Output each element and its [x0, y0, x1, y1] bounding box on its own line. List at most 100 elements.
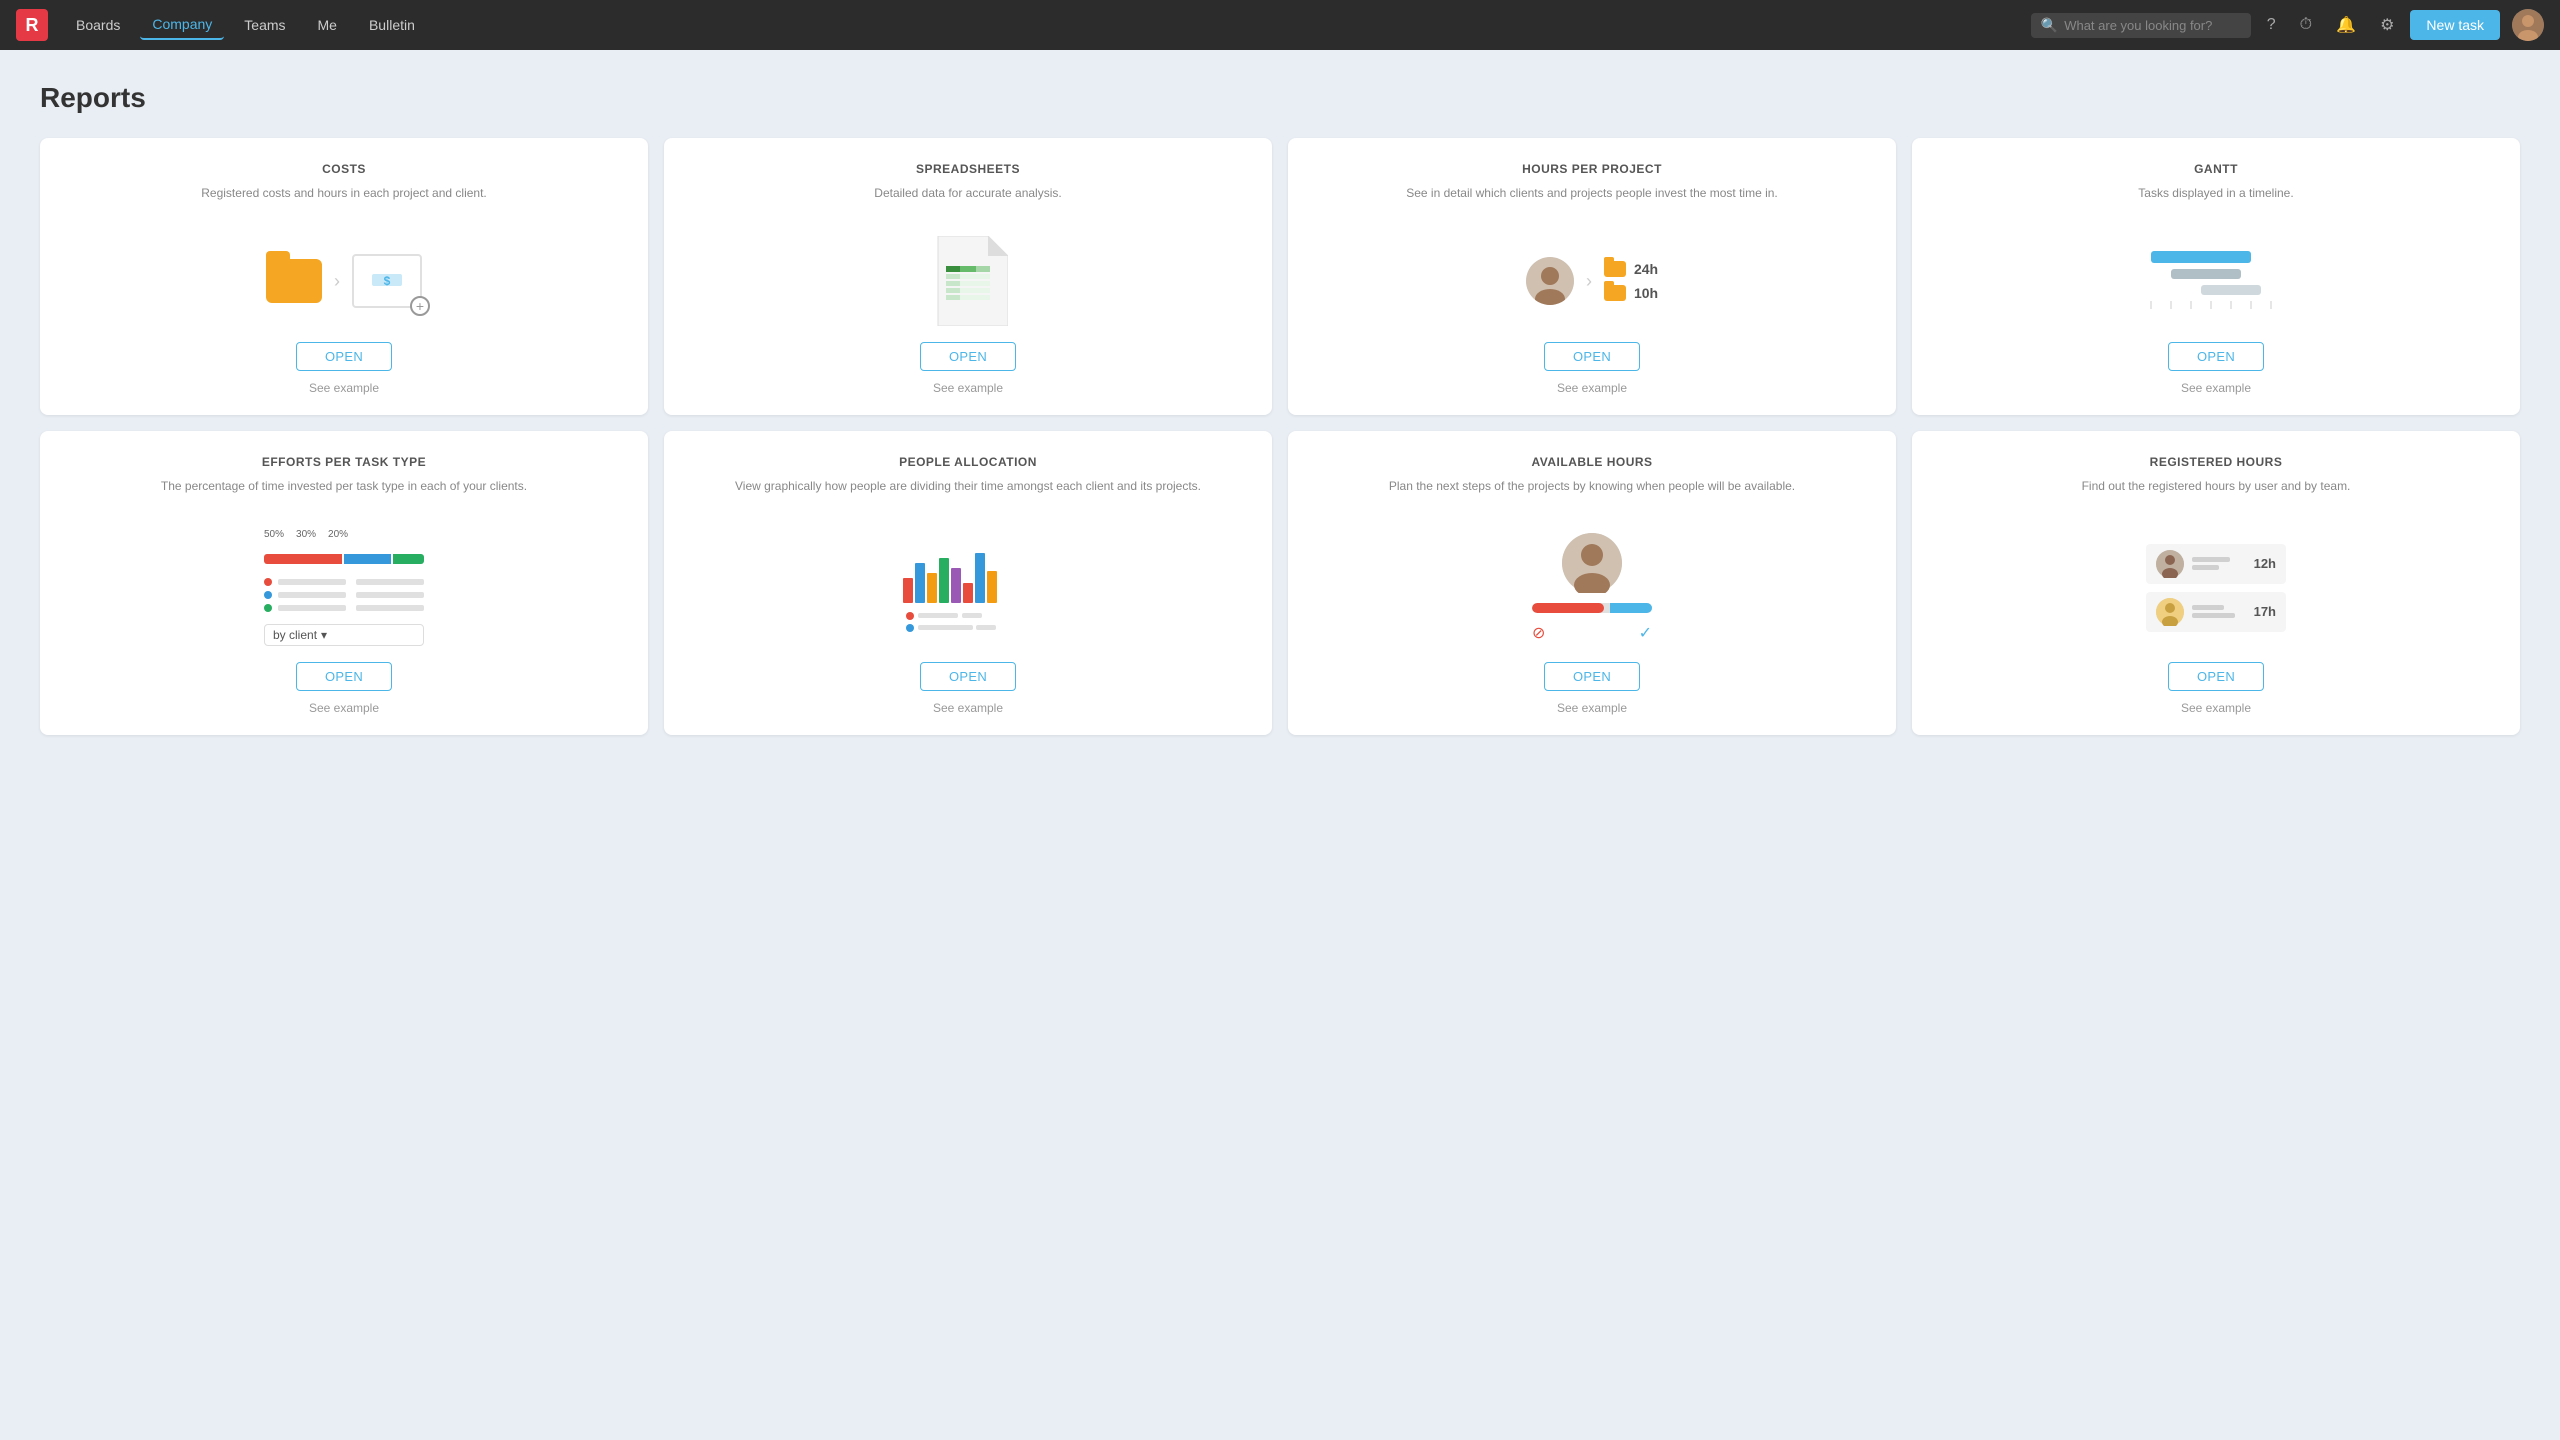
hour-row-2: 10h	[1604, 285, 1658, 301]
reg-hours-1: 12h	[2254, 556, 2276, 571]
spreadsheets-illustration	[684, 236, 1252, 326]
reg-see-example[interactable]: See example	[2181, 701, 2251, 715]
card-gantt: GANTT Tasks displayed in a timeline.	[1912, 138, 2520, 415]
search-box[interactable]: 🔍	[2031, 13, 2251, 38]
people-desc: View graphically how people are dividing…	[735, 477, 1201, 513]
navbar: R Boards Company Teams Me Bulletin 🔍 ? ⏱…	[0, 0, 2560, 50]
effort-item-1	[264, 578, 424, 586]
reg-row-2: 17h	[2146, 592, 2286, 632]
effort-line-2	[278, 592, 346, 598]
nav-boards[interactable]: Boards	[64, 11, 132, 39]
costs-desc: Registered costs and hours in each proje…	[201, 184, 487, 220]
svg-text:$: $	[384, 274, 391, 288]
spreadsheets-see-example[interactable]: See example	[933, 381, 1003, 395]
costs-open-button[interactable]: OPEN	[296, 342, 392, 371]
reg-avatar-1	[2156, 550, 2184, 578]
gantt-desc: Tasks displayed in a timeline.	[2138, 184, 2293, 220]
efforts-illustration: 50% 30% 20%	[60, 529, 628, 646]
costs-title: COSTS	[322, 162, 366, 176]
dollar-box: $ +	[352, 254, 422, 308]
nav-teams[interactable]: Teams	[232, 11, 297, 39]
check-icon: ✓	[1639, 623, 1652, 643]
effort-list	[264, 578, 424, 612]
hours-project-desc: See in detail which clients and projects…	[1406, 184, 1778, 220]
plus-icon: +	[410, 296, 430, 316]
gantt-see-example[interactable]: See example	[2181, 381, 2251, 395]
avail-see-example[interactable]: See example	[1557, 701, 1627, 715]
card-available-hours: AVAILABLE HOURS Plan the next steps of t…	[1288, 431, 1896, 735]
people-chart	[898, 543, 1038, 633]
nav-me[interactable]: Me	[306, 11, 349, 39]
reg-line-1b	[2192, 565, 2219, 570]
costs-see-example[interactable]: See example	[309, 381, 379, 395]
effort-bar-green	[393, 554, 424, 564]
notifications-button[interactable]: 🔔	[2328, 11, 2364, 39]
reg-hours-2: 17h	[2254, 604, 2276, 619]
nav-company[interactable]: Company	[140, 10, 224, 40]
arrow-icon: ›	[334, 271, 340, 292]
help-button[interactable]: ?	[2259, 12, 2284, 38]
efforts-title: EFFORTS PER TASK TYPE	[262, 455, 426, 469]
hours-project-open-button[interactable]: OPEN	[1544, 342, 1640, 371]
block-icon: ⊘	[1532, 623, 1545, 643]
efforts-see-example[interactable]: See example	[309, 701, 379, 715]
hours-project-illustration: › 24h 10h	[1308, 236, 1876, 326]
avail-illustration: ⊘ ✓	[1308, 529, 1876, 646]
page-title: Reports	[40, 82, 2520, 114]
spreadsheet-icon	[928, 236, 1008, 326]
by-client-button[interactable]: by client ▾	[264, 624, 424, 646]
spreadsheets-desc: Detailed data for accurate analysis.	[874, 184, 1061, 220]
card-people-allocation: PEOPLE ALLOCATION View graphically how p…	[664, 431, 1272, 735]
avail-open-button[interactable]: OPEN	[1544, 662, 1640, 691]
effort-label-2: 30%	[296, 529, 316, 540]
effort-line-2b	[356, 592, 424, 598]
gantt-open-button[interactable]: OPEN	[2168, 342, 2264, 371]
hours-project-see-example[interactable]: See example	[1557, 381, 1627, 395]
effort-line-1b	[356, 579, 424, 585]
reg-desc: Find out the registered hours by user an…	[2082, 477, 2351, 513]
efforts-open-button[interactable]: OPEN	[296, 662, 392, 691]
nav-bulletin[interactable]: Bulletin	[357, 11, 427, 39]
app-logo[interactable]: R	[16, 9, 48, 41]
search-input[interactable]	[2064, 18, 2241, 33]
reg-title: REGISTERED HOURS	[2150, 455, 2283, 469]
people-illustration	[684, 529, 1252, 646]
reg-line-2b	[2192, 613, 2235, 618]
hour-value-2: 10h	[1634, 285, 1658, 301]
reg-lines-2	[2192, 605, 2246, 618]
avail-bar-teal	[1610, 603, 1652, 613]
avatar[interactable]	[2512, 9, 2544, 41]
people-open-button[interactable]: OPEN	[920, 662, 1016, 691]
by-client-label: by client	[273, 628, 317, 642]
gantt-chart	[2141, 241, 2291, 321]
people-see-example[interactable]: See example	[933, 701, 1003, 715]
hours-avatar	[1526, 257, 1574, 305]
efforts-desc: The percentage of time invested per task…	[161, 477, 527, 513]
gantt-title: GANTT	[2194, 162, 2238, 176]
settings-button[interactable]: ⚙	[2372, 11, 2402, 39]
card-efforts: EFFORTS PER TASK TYPE The percentage of …	[40, 431, 648, 735]
card-spreadsheets: SPREADSHEETS Detailed data for accurate …	[664, 138, 1272, 415]
spreadsheets-open-button[interactable]: OPEN	[920, 342, 1016, 371]
hours-project-title: HOURS PER PROJECT	[1522, 162, 1662, 176]
effort-labels: 50% 30% 20%	[264, 529, 424, 540]
mini-folder-1	[1604, 261, 1626, 277]
effort-bar-blue	[344, 554, 391, 564]
dropdown-icon: ▾	[321, 628, 327, 642]
effort-line-3	[278, 605, 346, 611]
card-registered-hours: REGISTERED HOURS Find out the registered…	[1912, 431, 2520, 735]
arrow-right-icon: ›	[1586, 271, 1592, 292]
history-button[interactable]: ⏱	[2292, 12, 2320, 38]
effort-dot-blue	[264, 591, 272, 599]
reg-illustration: 12h	[1932, 529, 2500, 646]
effort-item-3	[264, 604, 424, 612]
reg-open-button[interactable]: OPEN	[2168, 662, 2264, 691]
costs-illustration: › $ +	[60, 236, 628, 326]
effort-item-2	[264, 591, 424, 599]
new-task-button[interactable]: New task	[2410, 10, 2500, 40]
effort-label-1: 50%	[264, 529, 284, 540]
reg-row-1: 12h	[2146, 544, 2286, 584]
reports-grid: COSTS Registered costs and hours in each…	[40, 138, 2520, 735]
reg-line-2a	[2192, 605, 2224, 610]
card-costs: COSTS Registered costs and hours in each…	[40, 138, 648, 415]
